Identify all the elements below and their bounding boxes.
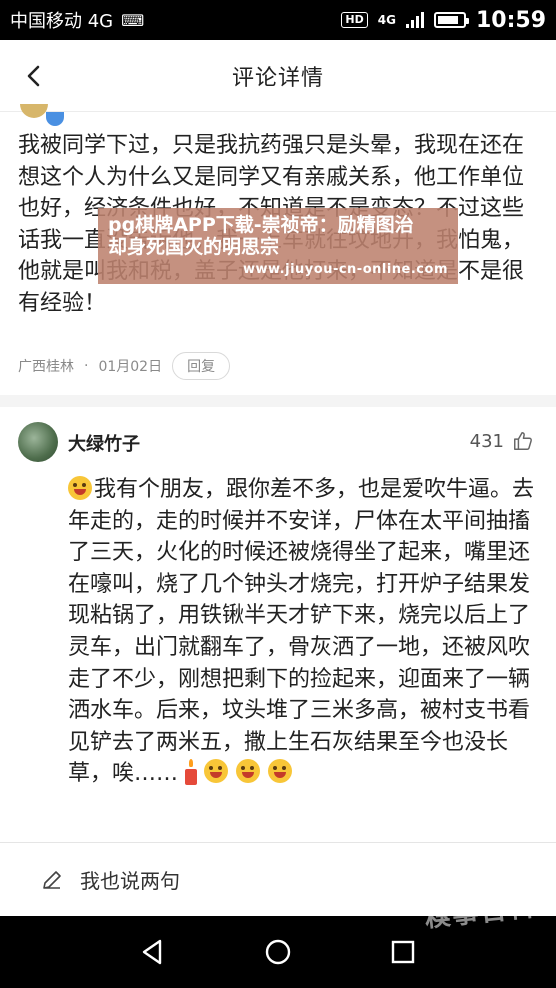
reply-button[interactable]: 回复: [172, 352, 231, 380]
square-recents-icon: [392, 940, 415, 964]
watermark-line2: 却身死国灭的明思宗: [108, 236, 280, 258]
nav-recents-button[interactable]: [380, 929, 426, 975]
avatar[interactable]: [18, 422, 58, 462]
network-type: 4G: [377, 13, 396, 27]
watermark-line1: pg棋牌APP下载-崇祯帝：励精图治: [108, 214, 414, 236]
page-title: 评论详情: [231, 65, 324, 91]
watermark-banner: pg棋牌APP下载-崇祯帝：励精图治 却身死国灭的明思宗 www.jiuyou-…: [98, 208, 458, 284]
triangle-back-icon: [142, 939, 161, 965]
verified-icon: [46, 112, 64, 126]
comment-author[interactable]: 大绿竹子: [68, 430, 140, 456]
avatar[interactable]: [20, 104, 48, 118]
keyboard-icon: ⌨: [121, 10, 145, 30]
wink-emoji-icon: [236, 759, 261, 784]
section-divider: [0, 395, 556, 407]
signal-icon: [405, 12, 424, 28]
meta-separator: ·: [84, 358, 89, 374]
tongue-emoji-icon: [68, 476, 92, 500]
nav-back-button[interactable]: [130, 929, 176, 975]
candle-icon: [184, 759, 198, 786]
thumbs-up-icon: [514, 432, 532, 450]
surprised-emoji-icon: [268, 759, 293, 784]
page-header: 评论详情: [0, 40, 556, 112]
circle-home-icon: [265, 939, 291, 965]
carrier-label: 中国移动 4G: [10, 11, 114, 32]
chevron-left-icon: [27, 65, 40, 87]
battery-icon: [433, 12, 469, 28]
like-button[interactable]: 431: [470, 430, 534, 452]
clock: 10:59: [475, 7, 546, 33]
back-button[interactable]: [14, 56, 54, 96]
comment-body: 我有个朋友，跟你差不多，也是爱吹牛逼。去年走的，走的时候并不安详，尸体在太平间抽…: [68, 474, 538, 790]
comment-body-text: 我有个朋友，跟你差不多，也是爱吹牛逼。去年走的，走的时候并不安详，尸体在太平间抽…: [68, 477, 535, 787]
like-count: 431: [469, 430, 504, 452]
hd-badge: HD: [341, 12, 368, 28]
emoji-row: [184, 759, 294, 786]
comment-date: 01月02日: [98, 359, 163, 375]
comment-location: 广西桂林: [18, 359, 74, 375]
pencil-icon: [43, 870, 61, 889]
grin-emoji-icon: [204, 759, 229, 784]
comment-meta: 广西桂林 · 01月02日 回复: [18, 352, 231, 380]
status-bar: 中国移动 4G ⌨ HD 4G 10:59: [0, 0, 556, 40]
nav-home-button[interactable]: [255, 929, 301, 975]
comment-input-placeholder[interactable]: 我也说两句: [80, 865, 180, 894]
watermark-url: www.jiuyou-cn-online.com: [242, 262, 448, 277]
